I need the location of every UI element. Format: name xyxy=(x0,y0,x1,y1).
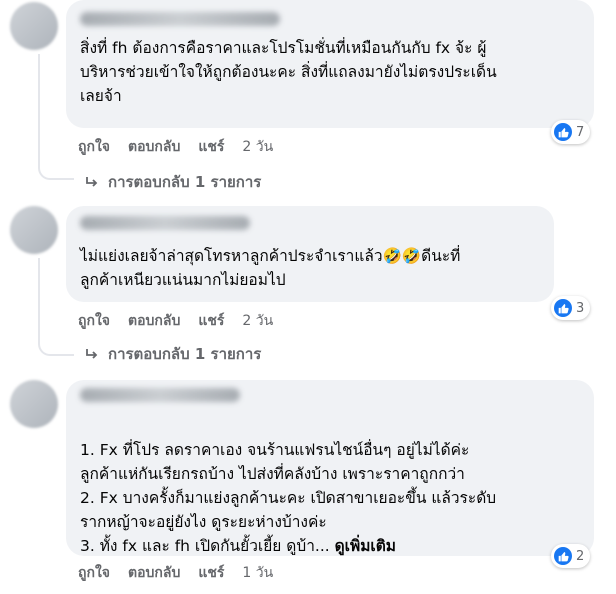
reaction-count[interactable]: 3 xyxy=(551,296,591,320)
comment-actions: ถูกใจ ตอบกลับ แชร์ 2 วัน xyxy=(78,136,291,158)
timestamp[interactable]: 1 วัน xyxy=(242,562,273,584)
thread-line xyxy=(38,54,74,180)
share-link[interactable]: แชร์ xyxy=(198,562,224,584)
thread-line xyxy=(38,258,74,356)
avatar[interactable] xyxy=(10,2,58,50)
reply-link[interactable]: ตอบกลับ xyxy=(128,562,180,584)
like-link[interactable]: ถูกใจ xyxy=(78,562,110,584)
avatar[interactable] xyxy=(10,380,58,428)
timestamp[interactable]: 2 วัน xyxy=(242,136,273,158)
reaction-count[interactable]: 2 xyxy=(551,544,591,568)
reply-arrow-icon xyxy=(86,177,98,187)
comment-actions: ถูกใจ ตอบกลับ แชร์ 2 วัน xyxy=(78,310,291,332)
comment-body: 1. Fx ที่โปร ลดราคาเอง จนร้านแฟรนไชน์อื่… xyxy=(80,441,497,555)
like-link[interactable]: ถูกใจ xyxy=(78,310,110,332)
share-link[interactable]: แชร์ xyxy=(198,310,224,332)
reaction-number: 7 xyxy=(576,124,585,140)
view-replies-link[interactable]: การตอบกลับ 1 รายการ xyxy=(84,170,261,194)
avatar[interactable] xyxy=(10,206,58,254)
like-link[interactable]: ถูกใจ xyxy=(78,136,110,158)
comment-bubble: สิ่งที่ fh ต้องการคือราคาและโปรโมชั่นที่… xyxy=(66,0,594,128)
comment-text: 1. Fx ที่โปร ลดราคาเอง จนร้านแฟรนไชน์อื่… xyxy=(80,414,590,558)
thumbs-up-icon xyxy=(554,547,572,565)
comment-actions: ถูกใจ ตอบกลับ แชร์ 1 วัน xyxy=(78,562,291,584)
comment-bubble: 1. Fx ที่โปร ลดราคาเอง จนร้านแฟรนไชน์อื่… xyxy=(66,380,594,556)
reaction-number: 2 xyxy=(576,548,585,564)
reaction-number: 3 xyxy=(576,300,585,316)
author-name[interactable] xyxy=(80,388,240,402)
reply-link[interactable]: ตอบกลับ xyxy=(128,136,180,158)
comment-text: สิ่งที่ fh ต้องการคือราคาและโปรโมชั่นที่… xyxy=(80,39,497,105)
reply-arrow-icon xyxy=(86,349,98,359)
timestamp[interactable]: 2 วัน xyxy=(242,310,273,332)
replies-label: การตอบกลับ 1 รายการ xyxy=(108,345,262,363)
author-name[interactable] xyxy=(80,12,280,26)
thumbs-up-icon xyxy=(554,299,572,317)
reply-link[interactable]: ตอบกลับ xyxy=(128,310,180,332)
view-replies-link[interactable]: การตอบกลับ 1 รายการ xyxy=(84,342,261,366)
reaction-count[interactable]: 7 xyxy=(551,120,591,144)
see-more-link[interactable]: ดูเพิ่มเติม xyxy=(335,537,396,555)
comment-text: ไม่แย่งเลยจ้าล่าสุดโทรหาลูกค้าประจำเราแล… xyxy=(80,247,461,289)
comment-bubble: ไม่แย่งเลยจ้าล่าสุดโทรหาลูกค้าประจำเราแล… xyxy=(66,206,554,302)
thumbs-up-icon xyxy=(554,123,572,141)
author-name[interactable] xyxy=(80,216,250,230)
replies-label: การตอบกลับ 1 รายการ xyxy=(108,173,262,191)
share-link[interactable]: แชร์ xyxy=(198,136,224,158)
